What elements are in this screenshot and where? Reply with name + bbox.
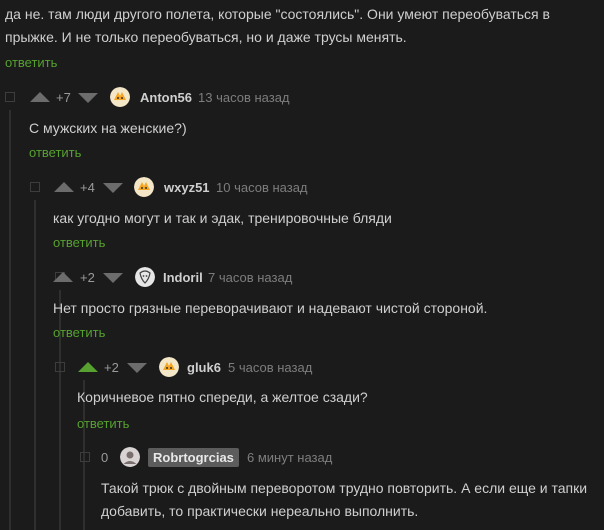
comment-time: 5 часов назад [228, 360, 313, 375]
comment-text: да не. там люди другого полета, которые … [5, 6, 550, 22]
comment-rating: +2 [80, 270, 95, 285]
comment-username[interactable]: gluk6 [187, 360, 221, 375]
comment-text: Такой трюк с двойным переворотом трудно … [101, 480, 588, 496]
comment-text: добавить, то практически нереально выпол… [101, 503, 419, 519]
downvote-arrow-icon[interactable] [127, 363, 147, 373]
comment-rating: 0 [101, 450, 109, 465]
thread-line [9, 110, 11, 530]
comment-time: 7 часов назад [208, 270, 293, 285]
comment-username[interactable]: wxyz51 [164, 180, 210, 195]
upvote-arrow-icon[interactable] [30, 92, 50, 102]
collapse-toggle[interactable] [30, 182, 40, 192]
comment-rating: +4 [80, 180, 95, 195]
fox-avatar-icon[interactable] [134, 177, 154, 197]
collapse-toggle[interactable] [80, 452, 90, 462]
collapse-toggle[interactable] [55, 362, 65, 372]
sketch-avatar-icon[interactable] [135, 267, 155, 287]
comment-rating: +7 [56, 90, 71, 105]
comment-text: Коричневое пятно спереди, а желтое сзади… [77, 389, 368, 405]
comment-text: С мужских на женские?) [29, 120, 187, 136]
downvote-arrow-icon[interactable] [103, 183, 123, 193]
collapse-toggle[interactable] [5, 92, 15, 102]
comment-text: Нет просто грязные переворачивают и наде… [53, 300, 488, 316]
fox-avatar-icon[interactable] [110, 87, 130, 107]
reply-button[interactable]: ответить [29, 145, 81, 160]
person-avatar-icon[interactable] [120, 447, 140, 467]
thread-line [34, 200, 36, 530]
comment-text: как угодно могут и так и эдак, тренирово… [53, 210, 392, 226]
downvote-arrow-icon[interactable] [103, 273, 123, 283]
comment-time: 13 часов назад [198, 90, 290, 105]
fox-avatar-icon[interactable] [159, 357, 179, 377]
reply-button[interactable]: ответить [53, 325, 105, 340]
comment-rating: +2 [104, 360, 119, 375]
comment-time: 6 минут назад [247, 450, 333, 465]
downvote-arrow-icon[interactable] [78, 93, 98, 103]
upvote-arrow-icon[interactable] [78, 362, 98, 372]
comment-username[interactable]: Indoril [163, 270, 203, 285]
reply-button[interactable]: ответить [77, 416, 129, 431]
comment-text: прыжке. И не только переобуваться, но и … [5, 29, 407, 45]
comment-time: 10 часов назад [216, 180, 308, 195]
reply-button[interactable]: ответить [53, 235, 105, 250]
upvote-arrow-icon[interactable] [53, 272, 73, 282]
upvote-arrow-icon[interactable] [54, 182, 74, 192]
reply-button[interactable]: ответить [5, 55, 57, 70]
comment-username[interactable]: Robrtogrcias [148, 448, 239, 467]
comment-username[interactable]: Anton56 [140, 90, 192, 105]
